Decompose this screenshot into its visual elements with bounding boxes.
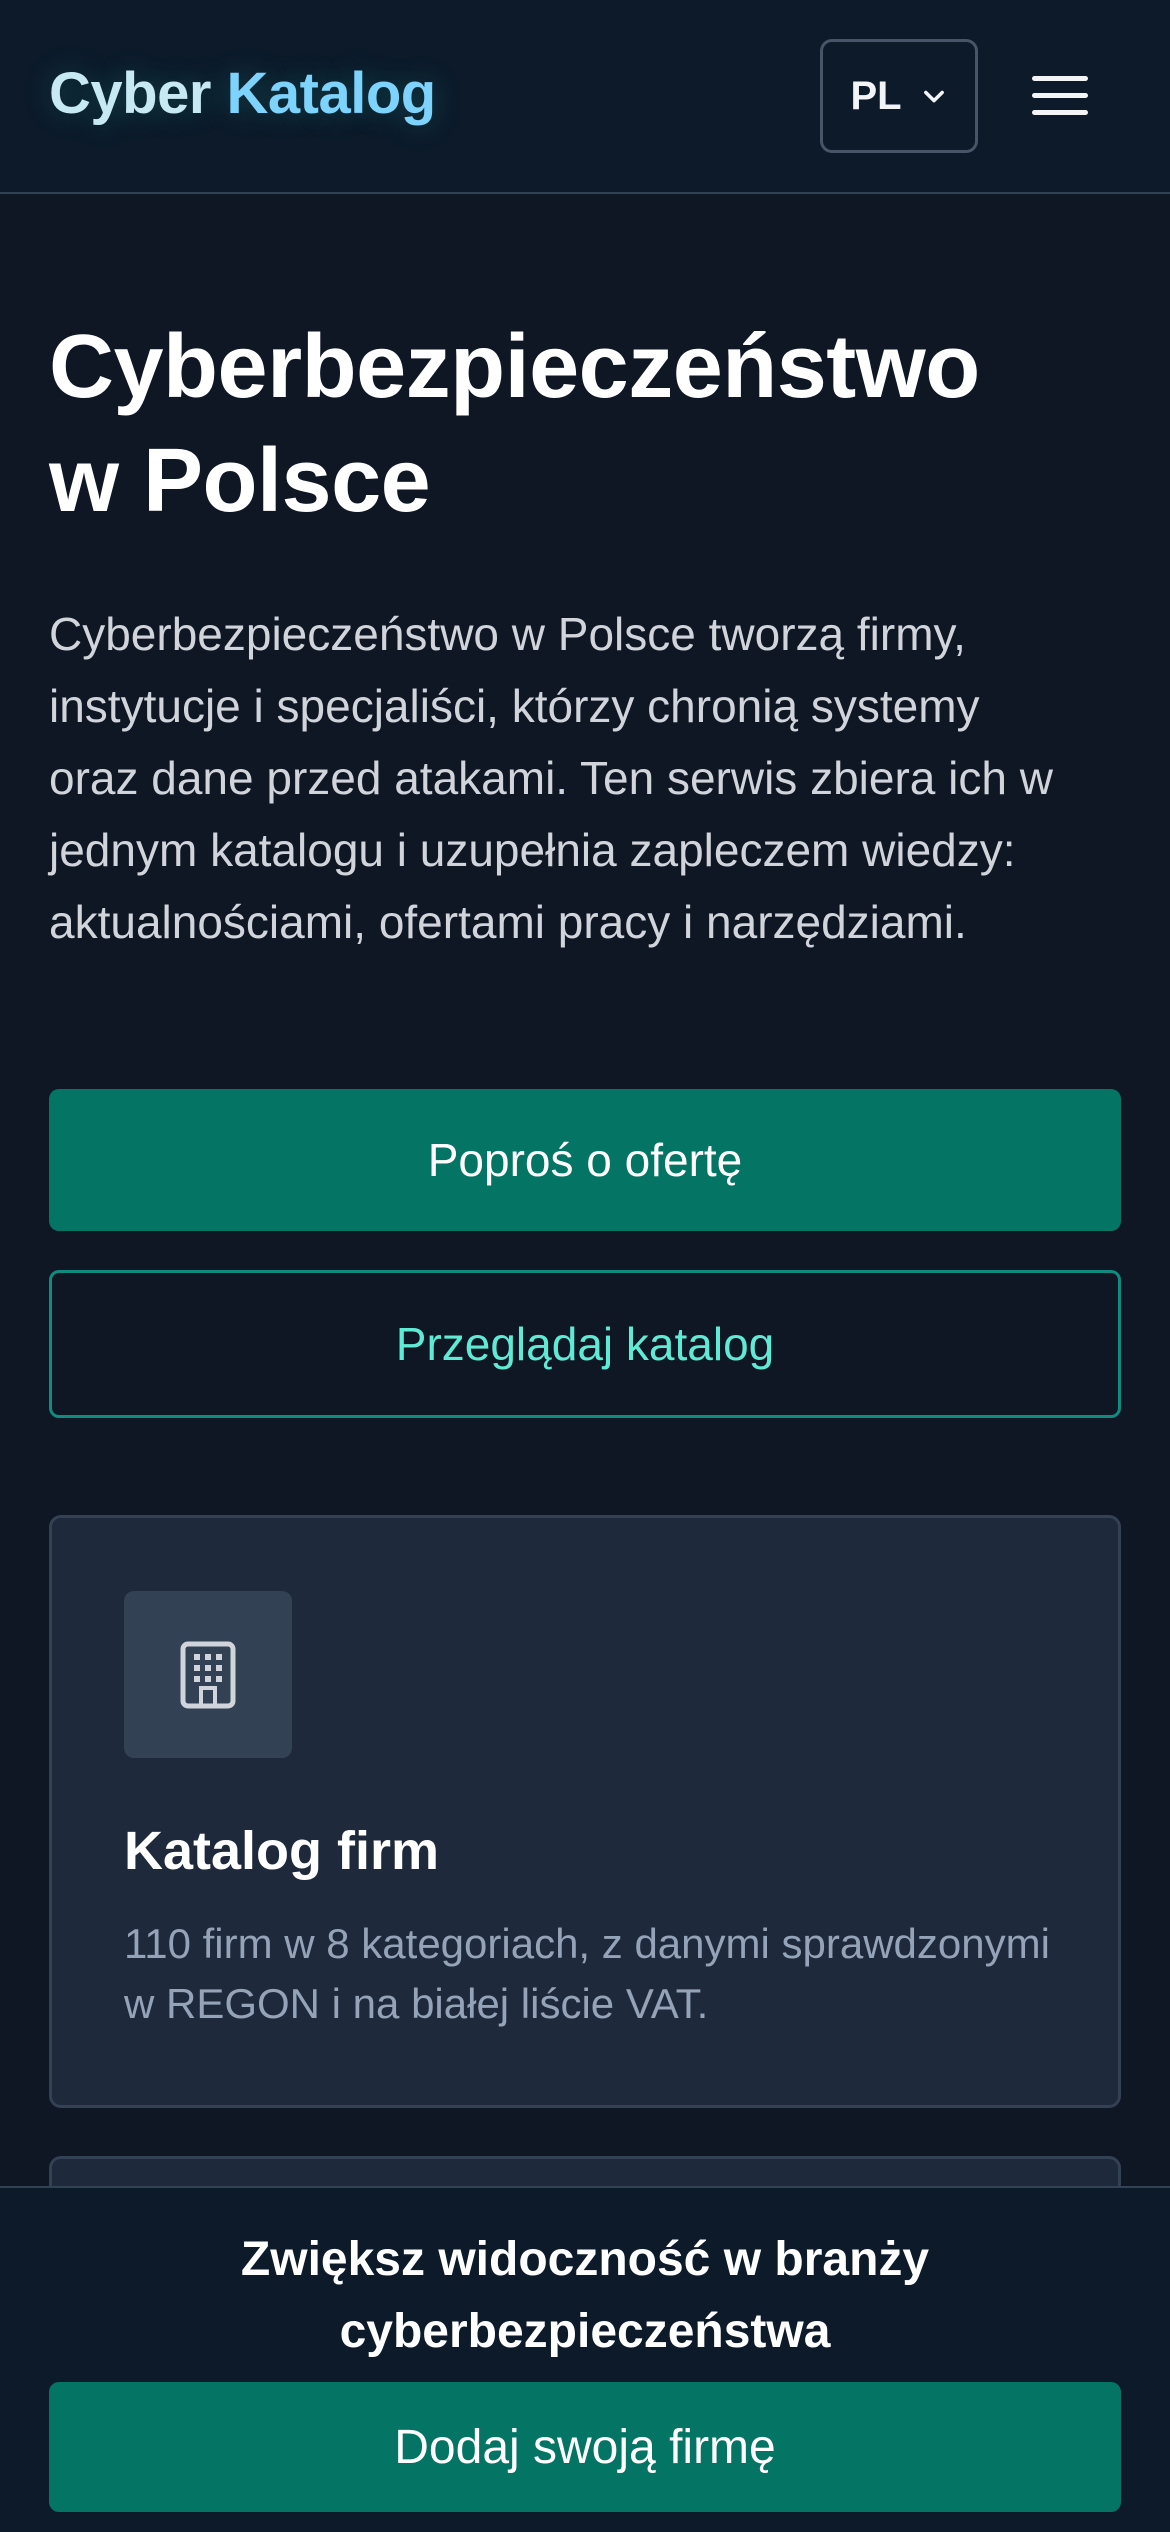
building-icon: [180, 1641, 236, 1708]
brand-word-cyber: Cyber: [49, 61, 211, 126]
card-title: Katalog firm: [124, 1821, 440, 1881]
hero-description: Cyberbezpieczeństwo w Polsce tworzą firm…: [49, 608, 1053, 948]
cta-heading-line-2: cyberbezpieczeństwa: [339, 2305, 831, 2358]
sticky-cta-bar: Zwiększ widoczność w branży cyberbezpiec…: [0, 2186, 1170, 2532]
language-label: PL: [850, 73, 902, 118]
card-icon-container: [124, 1591, 292, 1758]
card-description: 110 firm w 8 kategoriach, z danymi spraw…: [124, 1920, 1050, 2027]
brand-word-katalog: Katalog: [226, 61, 437, 126]
brand-logo-link[interactable]: Cyber Katalog: [49, 60, 436, 127]
browse-catalog-button[interactable]: Przeglądaj katalog: [49, 1270, 1121, 1418]
language-selector[interactable]: PL: [820, 39, 978, 153]
request-offer-button[interactable]: Poproś o ofertę: [49, 1089, 1121, 1231]
chevron-down-icon: [923, 90, 944, 103]
hero-title-line-1: Cyberbezpieczeństwo: [49, 317, 980, 417]
hero-title-line-2: w Polsce: [49, 431, 431, 531]
page: Cyber Katalog PL Cyberbezpieczeństwo w P…: [0, 0, 1170, 2532]
feature-card-company-catalog[interactable]: Katalog firm 110 firm w 8 kategoriach, z…: [49, 1515, 1121, 2108]
cta-heading: Zwiększ widoczność w branży cyberbezpiec…: [0, 2224, 1170, 2368]
top-navigation-bar: Cyber Katalog PL: [0, 0, 1170, 194]
hamburger-menu-button[interactable]: [1030, 68, 1090, 124]
hamburger-menu-icon: [1032, 76, 1088, 115]
add-company-button[interactable]: Dodaj swoją firmę: [49, 2382, 1121, 2512]
cta-heading-line-1: Zwiększ widoczność w branży: [240, 2233, 930, 2286]
hero-title: Cyberbezpieczeństwo w Polsce: [49, 310, 1129, 538]
